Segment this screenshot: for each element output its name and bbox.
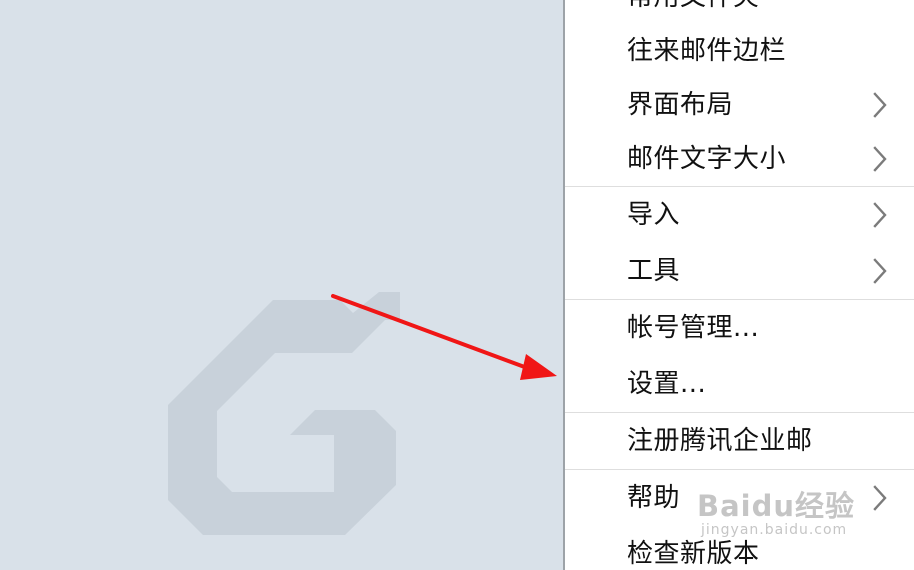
menu-item-conversation-sidebar[interactable]: 往来邮件边栏 [565, 24, 914, 78]
menu-group-view: 常用文件夹 往来邮件边栏 界面布局 邮件文字大小 [565, 0, 914, 187]
chevron-right-icon [873, 146, 887, 172]
chevron-right-icon [873, 485, 887, 511]
menu-item-settings[interactable]: 设置... [565, 356, 914, 412]
menu-group-tools: 导入 工具 [565, 187, 914, 300]
menu-item-label: 往来邮件边栏 [627, 36, 787, 66]
menu-item-mail-font-size[interactable]: 邮件文字大小 [565, 132, 914, 186]
menu-item-common-folders[interactable]: 常用文件夹 [565, 0, 914, 24]
menu-item-import[interactable]: 导入 [565, 187, 914, 243]
menu-group-account: 帐号管理... 设置... [565, 300, 914, 413]
stylized-g-logo-icon [168, 292, 400, 535]
chevron-right-icon [873, 202, 887, 228]
menu-item-label: 帮助 [627, 483, 681, 513]
menu-item-label: 检查新版本 [627, 539, 760, 569]
menu-item-label: 导入 [627, 200, 681, 230]
menu-item-account-management[interactable]: 帐号管理... [565, 300, 914, 356]
menu-item-help[interactable]: 帮助 [565, 470, 914, 526]
chevron-right-icon [873, 92, 887, 118]
menu-item-label: 常用文件夹 [627, 0, 760, 10]
mail-client-window: 常用文件夹 往来邮件边栏 界面布局 邮件文字大小 导入 [0, 0, 914, 570]
menu-group-help: 帮助 检查新版本 [565, 470, 914, 570]
menu-item-layout[interactable]: 界面布局 [565, 78, 914, 132]
menu-item-register-enterprise-mail[interactable]: 注册腾讯企业邮 [565, 413, 914, 469]
menu-item-label: 邮件文字大小 [627, 144, 787, 174]
menu-item-check-update[interactable]: 检查新版本 [565, 526, 914, 570]
context-menu: 常用文件夹 往来邮件边栏 界面布局 邮件文字大小 导入 [563, 0, 914, 570]
menu-item-label: 帐号管理... [627, 313, 760, 343]
menu-item-label: 工具 [627, 256, 681, 286]
menu-group-register: 注册腾讯企业邮 [565, 413, 914, 470]
menu-item-label: 设置... [627, 369, 707, 399]
menu-item-label: 界面布局 [627, 90, 734, 120]
chevron-right-icon [873, 258, 887, 284]
menu-item-tools[interactable]: 工具 [565, 243, 914, 299]
menu-item-label: 注册腾讯企业邮 [627, 426, 813, 456]
